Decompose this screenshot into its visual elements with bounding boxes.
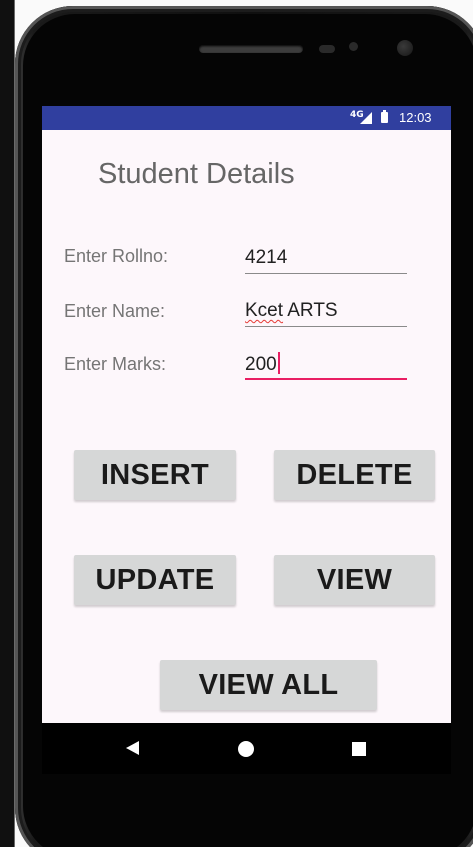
front-camera-icon bbox=[397, 40, 413, 56]
adjacent-device-edge bbox=[0, 0, 15, 847]
name-input[interactable]: Kcet ARTS bbox=[245, 300, 407, 327]
device-stage: 4G 12:03 Student Details Enter Rollno: 4… bbox=[0, 0, 473, 847]
signal-icon bbox=[360, 112, 372, 124]
insert-button[interactable]: INSERT bbox=[74, 450, 236, 500]
status-time: 12:03 bbox=[399, 110, 432, 125]
navigation-bar bbox=[42, 723, 451, 774]
view-button[interactable]: VIEW bbox=[274, 555, 435, 605]
light-sensor bbox=[349, 42, 358, 51]
home-icon[interactable] bbox=[238, 741, 254, 757]
battery-icon bbox=[381, 110, 388, 123]
name-label: Enter Name: bbox=[64, 301, 166, 321]
text-cursor bbox=[277, 352, 280, 374]
rollno-input[interactable]: 4214 bbox=[245, 247, 407, 274]
view-all-button[interactable]: VIEW ALL bbox=[160, 660, 377, 710]
app-screen: 4G 12:03 Student Details Enter Rollno: 4… bbox=[42, 106, 451, 774]
rollno-label: Enter Rollno: bbox=[64, 246, 169, 266]
status-bar: 4G 12:03 bbox=[42, 106, 451, 130]
page-title: Student Details bbox=[98, 158, 295, 190]
marks-input-value: 200 bbox=[245, 354, 277, 375]
back-icon[interactable] bbox=[126, 741, 139, 755]
marks-input[interactable]: 200 bbox=[245, 352, 407, 380]
earpiece-speaker bbox=[199, 45, 303, 53]
spellcheck-word: Kcet bbox=[245, 300, 284, 321]
marks-label: Enter Marks: bbox=[64, 354, 167, 374]
delete-button[interactable]: DELETE bbox=[274, 450, 435, 500]
update-button[interactable]: UPDATE bbox=[74, 555, 236, 605]
name-input-rest: ARTS bbox=[283, 300, 338, 321]
proximity-sensor bbox=[319, 45, 335, 53]
recents-icon[interactable] bbox=[352, 742, 366, 756]
